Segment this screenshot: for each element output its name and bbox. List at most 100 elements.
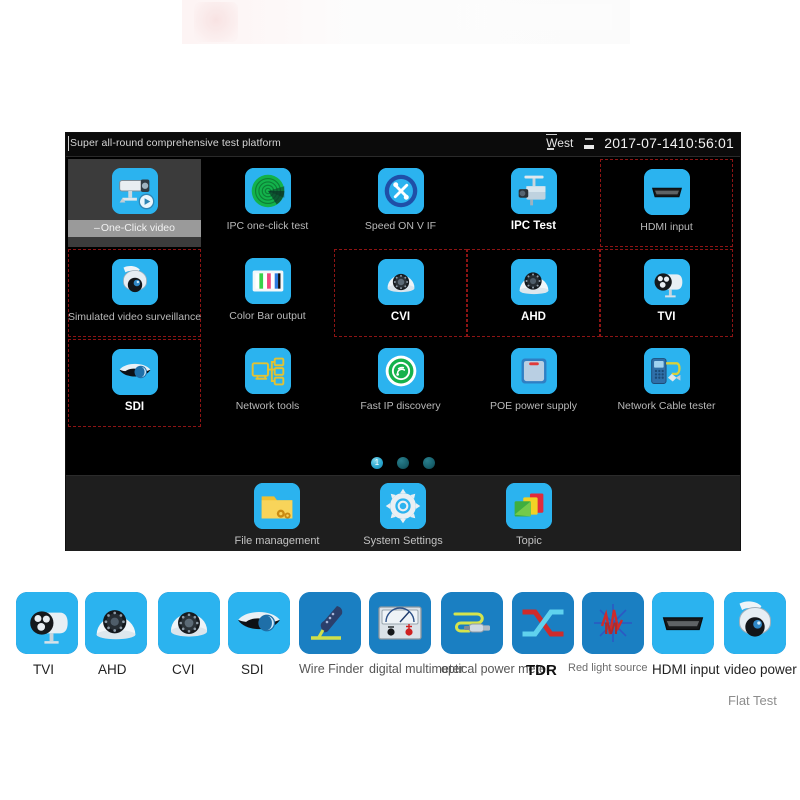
tool-label: Red light source bbox=[568, 662, 648, 674]
desktop-area: One-Click video IPC one-click test Speed O… bbox=[66, 157, 740, 551]
page-indicator[interactable]: 1 bbox=[66, 457, 740, 469]
datetime-display: 2017-07-1410:56:01 bbox=[604, 135, 734, 151]
tool-label: TDR bbox=[526, 662, 557, 679]
app-tile-simulated-video-surveillance[interactable]: Simulated video surveillance bbox=[68, 249, 201, 337]
page-dot-label: 1 bbox=[374, 458, 380, 467]
cable-tester-icon bbox=[643, 348, 690, 394]
color-bars-icon bbox=[244, 258, 291, 304]
cable-tester-icon bbox=[643, 348, 690, 394]
tool-red-light-source[interactable]: M bbox=[582, 592, 644, 654]
app-tile-label: Network tools bbox=[235, 400, 300, 412]
app-tile-network-tools[interactable]: Network tools bbox=[201, 339, 334, 427]
toolstrip-footer-label: Flat Test bbox=[728, 693, 777, 708]
status-area: West 2017-07-1410:56:01 bbox=[545, 134, 734, 151]
eye-dome-icon bbox=[228, 592, 290, 654]
page-watermark bbox=[182, 0, 630, 44]
tdr-crossover-icon bbox=[512, 592, 574, 654]
svg-text:M: M bbox=[604, 619, 618, 638]
tool-digital-multimeter[interactable] bbox=[369, 592, 431, 654]
eye-dome-icon bbox=[111, 349, 158, 395]
ptz-dome-icon bbox=[724, 592, 786, 654]
page-dot-2[interactable] bbox=[397, 457, 409, 469]
tool-optical-power-meter[interactable] bbox=[441, 592, 503, 654]
ptz-dome-icon bbox=[111, 259, 158, 305]
app-tile-label: IPC one-click test bbox=[226, 220, 309, 232]
turret-camera-icon bbox=[377, 259, 424, 305]
app-tile-label: Fast IP discovery bbox=[360, 400, 441, 412]
bullet-camera-play-icon bbox=[111, 168, 158, 214]
theme-cards-icon bbox=[506, 483, 552, 529]
ip-discovery-icon bbox=[377, 348, 424, 394]
dome-camera-icon bbox=[510, 259, 557, 305]
hdmi-port-icon bbox=[652, 592, 714, 654]
app-tile-speed-on-v-if[interactable]: Speed ON V IF bbox=[334, 159, 467, 247]
wire-finder-icon bbox=[299, 592, 361, 654]
app-tile-label: Color Bar output bbox=[229, 310, 306, 322]
bullet-camera-icon bbox=[16, 592, 78, 654]
folder-gear-icon bbox=[254, 483, 300, 529]
tool-label: CVI bbox=[172, 662, 195, 677]
page-dot-3[interactable] bbox=[423, 457, 435, 469]
app-tile-ipc-test[interactable]: IPC Test bbox=[467, 159, 600, 247]
tool-wire-finder[interactable] bbox=[299, 592, 361, 654]
theme-cards-icon bbox=[506, 483, 552, 529]
app-tile-label: HDMI input bbox=[640, 221, 693, 233]
turret-camera-icon bbox=[158, 592, 220, 654]
app-tile-poe-power-supply[interactable]: POE power supply bbox=[467, 339, 600, 427]
app-tile-color-bar-output[interactable]: Color Bar output bbox=[201, 249, 334, 337]
page-dot-1[interactable]: 1 bbox=[371, 457, 383, 469]
tool-ahd[interactable] bbox=[85, 592, 147, 654]
optical-power-meter-icon bbox=[441, 592, 503, 654]
app-tile-hdmi-input[interactable]: HDMI input bbox=[600, 159, 733, 247]
app-tile-tvi[interactable]: TVI bbox=[600, 249, 733, 337]
dock-item-file-management[interactable]: File management bbox=[229, 483, 325, 547]
tool-hdmi-input[interactable] bbox=[652, 592, 714, 654]
app-tile-fast-ip-discovery[interactable]: Fast IP discovery bbox=[334, 339, 467, 427]
watermark-logo-icon bbox=[194, 2, 238, 42]
app-tile-cvi[interactable]: CVI bbox=[334, 249, 467, 337]
watermark-text bbox=[452, 4, 612, 30]
tool-label: AHD bbox=[98, 662, 127, 677]
tester-device-screen: Super all-round comprehensive test platf… bbox=[66, 133, 740, 551]
dome-camera-icon bbox=[85, 592, 147, 654]
folder-gear-icon bbox=[254, 483, 300, 529]
dock-item-label: File management bbox=[234, 535, 320, 547]
sd-card-icon bbox=[583, 137, 595, 150]
app-tile-label: AHD bbox=[521, 311, 546, 323]
app-tile-network-cable-tester[interactable]: Network Cable tester bbox=[600, 339, 733, 427]
text-caret bbox=[68, 136, 69, 151]
dock-item-topic[interactable]: Topic bbox=[481, 483, 577, 547]
tool-label: HDMI input bbox=[652, 662, 720, 677]
app-tile-label: POE power supply bbox=[490, 400, 577, 412]
app-tile-ipc-one-click-test[interactable]: IPC one-click test bbox=[201, 159, 334, 247]
gear-icon bbox=[380, 483, 426, 529]
app-tile-label: Speed ON V IF bbox=[364, 220, 437, 232]
optical-power-meter-icon bbox=[441, 592, 503, 654]
dock-item-label: Topic bbox=[516, 535, 542, 547]
ipc-camera-mount-icon bbox=[510, 168, 557, 214]
radar-scan-icon bbox=[244, 168, 291, 214]
tdr-crossover-icon bbox=[512, 592, 574, 654]
dock-item-label: System Settings bbox=[363, 535, 443, 547]
app-tile-label: TVI bbox=[657, 311, 676, 323]
network-topology-icon bbox=[244, 348, 291, 394]
hdmi-port-icon bbox=[652, 592, 714, 654]
app-tile-label: SDI bbox=[124, 401, 145, 413]
bullet-camera-icon bbox=[643, 259, 690, 305]
title-bar: Super all-round comprehensive test platf… bbox=[66, 133, 740, 157]
multimeter-icon bbox=[369, 592, 431, 654]
tool-tvi[interactable] bbox=[16, 592, 78, 654]
tool-tdr[interactable] bbox=[512, 592, 574, 654]
multimeter-icon bbox=[369, 592, 431, 654]
tool-video-power[interactable] bbox=[724, 592, 786, 654]
tool-cvi[interactable] bbox=[158, 592, 220, 654]
app-tile-ahd[interactable]: AHD bbox=[467, 249, 600, 337]
red-light-source-icon: M bbox=[582, 592, 644, 654]
dock-item-system-settings[interactable]: System Settings bbox=[355, 483, 451, 547]
tool-sdi[interactable] bbox=[228, 592, 290, 654]
ptz-dome-icon bbox=[724, 592, 786, 654]
eye-dome-icon bbox=[228, 592, 290, 654]
app-tile-one-click-video[interactable]: One-Click video bbox=[68, 159, 201, 247]
app-tile-label: CVI bbox=[390, 311, 411, 323]
app-tile-sdi[interactable]: SDI bbox=[68, 339, 201, 427]
